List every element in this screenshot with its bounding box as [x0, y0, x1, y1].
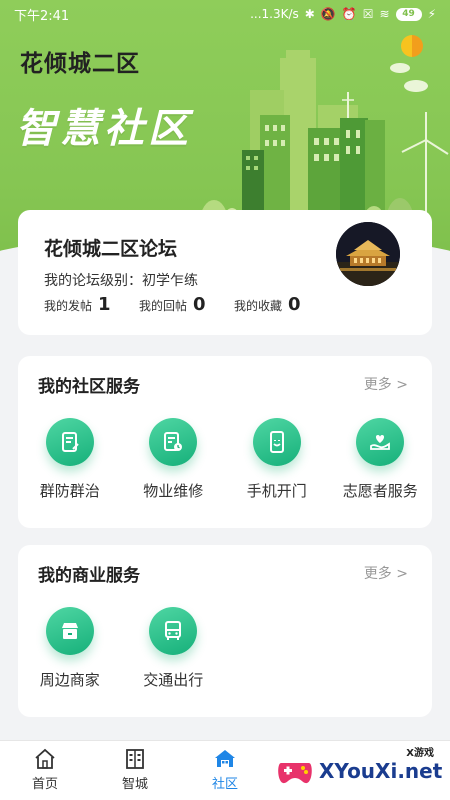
service-item-phone-door[interactable]: 手机开门	[225, 418, 329, 501]
service-item-transport[interactable]: 交通出行	[122, 607, 226, 690]
banner-title: 智慧社区	[16, 106, 192, 152]
watermark-small-text: X游戏	[406, 748, 434, 759]
nav-label: 社区	[211, 777, 238, 792]
stat-label: 我的收藏	[234, 299, 283, 313]
nav-item-home[interactable]: 首页	[0, 741, 90, 800]
service-label: 志愿者服务	[342, 482, 418, 500]
service-item-volunteer[interactable]: 志愿者服务	[329, 418, 433, 501]
nav-label: 首页	[31, 777, 58, 792]
service-item-group-defense[interactable]: 群防群治	[18, 418, 122, 501]
stat-my-favorites[interactable]: 我的收藏 0	[234, 294, 329, 315]
status-icons: ...1.3K/s ✱ 🔕 ⏰ ☒ ≋ 49 ⚡	[250, 7, 436, 21]
theme-toggle-icon[interactable]	[401, 35, 423, 57]
document-clock-icon	[149, 418, 198, 466]
sim-icon: ☒	[362, 7, 374, 21]
forum-stats: 我的发帖 1 我的回帖 0 我的收藏 0	[44, 294, 329, 315]
business-services-card: 我的商业服务 更多 > 周边商家 交通出行	[18, 545, 432, 717]
document-edit-icon	[45, 418, 94, 466]
stat-value: 1	[98, 294, 111, 315]
stat-value: 0	[193, 294, 206, 315]
phone-door-icon	[252, 418, 301, 466]
battery-icon: 49	[395, 7, 422, 21]
alarm-icon: ⏰	[341, 7, 357, 21]
service-label: 周边商家	[39, 671, 100, 689]
section-title: 我的社区服务	[38, 377, 140, 397]
service-label: 物业维修	[143, 482, 204, 500]
stat-value: 0	[288, 294, 301, 315]
community-services-card: 我的社区服务 更多 > 群防群治 物业维修 手机开门 志愿者服务	[18, 356, 432, 528]
service-label: 群防群治	[39, 482, 100, 500]
stat-label: 我的回帖	[139, 299, 188, 313]
home-outline-icon	[35, 748, 55, 769]
status-bar: 下午2:41 ...1.3K/s ✱ 🔕 ⏰ ☒ ≋ 49 ⚡	[0, 0, 450, 28]
service-item-property-repair[interactable]: 物业维修	[122, 418, 226, 501]
service-grid: 群防群治 物业维修 手机开门 志愿者服务	[18, 418, 432, 501]
mute-icon: 🔕	[320, 7, 336, 21]
site-watermark: XYouXi.net X游戏	[275, 742, 450, 800]
forum-title: 花倾城二区论坛	[44, 238, 178, 260]
section-title: 我的商业服务	[38, 566, 140, 586]
nav-item-community[interactable]: 社区	[180, 741, 270, 800]
status-time: 下午2:41	[14, 8, 70, 24]
store-icon	[45, 607, 94, 655]
bluetooth-icon: ✱	[304, 7, 315, 21]
night-palace-photo	[336, 222, 400, 286]
network-speed: ...1.3K/s	[250, 7, 299, 21]
heart-hand-icon	[356, 418, 405, 466]
avatar[interactable]	[336, 222, 400, 286]
more-link[interactable]: 更多 >	[364, 563, 408, 583]
service-label: 交通出行	[143, 671, 204, 689]
community-name-selector[interactable]: 花倾城二区	[20, 44, 140, 78]
gamepad-logo-icon	[278, 763, 312, 784]
forum-card[interactable]: 花倾城二区论坛 我的论坛级别：初学乍练 我的发帖 1 我的回帖 0 我的收藏 0	[18, 210, 432, 335]
stat-label: 我的发帖	[44, 299, 93, 313]
bus-icon	[149, 607, 198, 655]
wifi-icon: ≋	[379, 7, 390, 21]
charging-icon: ⚡	[427, 7, 436, 21]
stat-my-posts[interactable]: 我的发帖 1	[44, 294, 139, 315]
nav-item-smart-city[interactable]: 智城	[90, 741, 180, 800]
watermark-text: XYouXi.net	[319, 759, 443, 783]
more-link[interactable]: 更多 >	[364, 374, 408, 394]
nav-label: 智城	[121, 777, 148, 792]
service-grid: 周边商家 交通出行	[18, 607, 432, 690]
service-label: 手机开门	[246, 482, 307, 500]
stat-my-replies[interactable]: 我的回帖 0	[139, 294, 234, 315]
service-item-nearby-merchants[interactable]: 周边商家	[18, 607, 122, 690]
community-home-icon	[215, 750, 235, 767]
building-icon	[126, 749, 144, 769]
forum-level: 我的论坛级别：初学乍练	[44, 273, 198, 289]
